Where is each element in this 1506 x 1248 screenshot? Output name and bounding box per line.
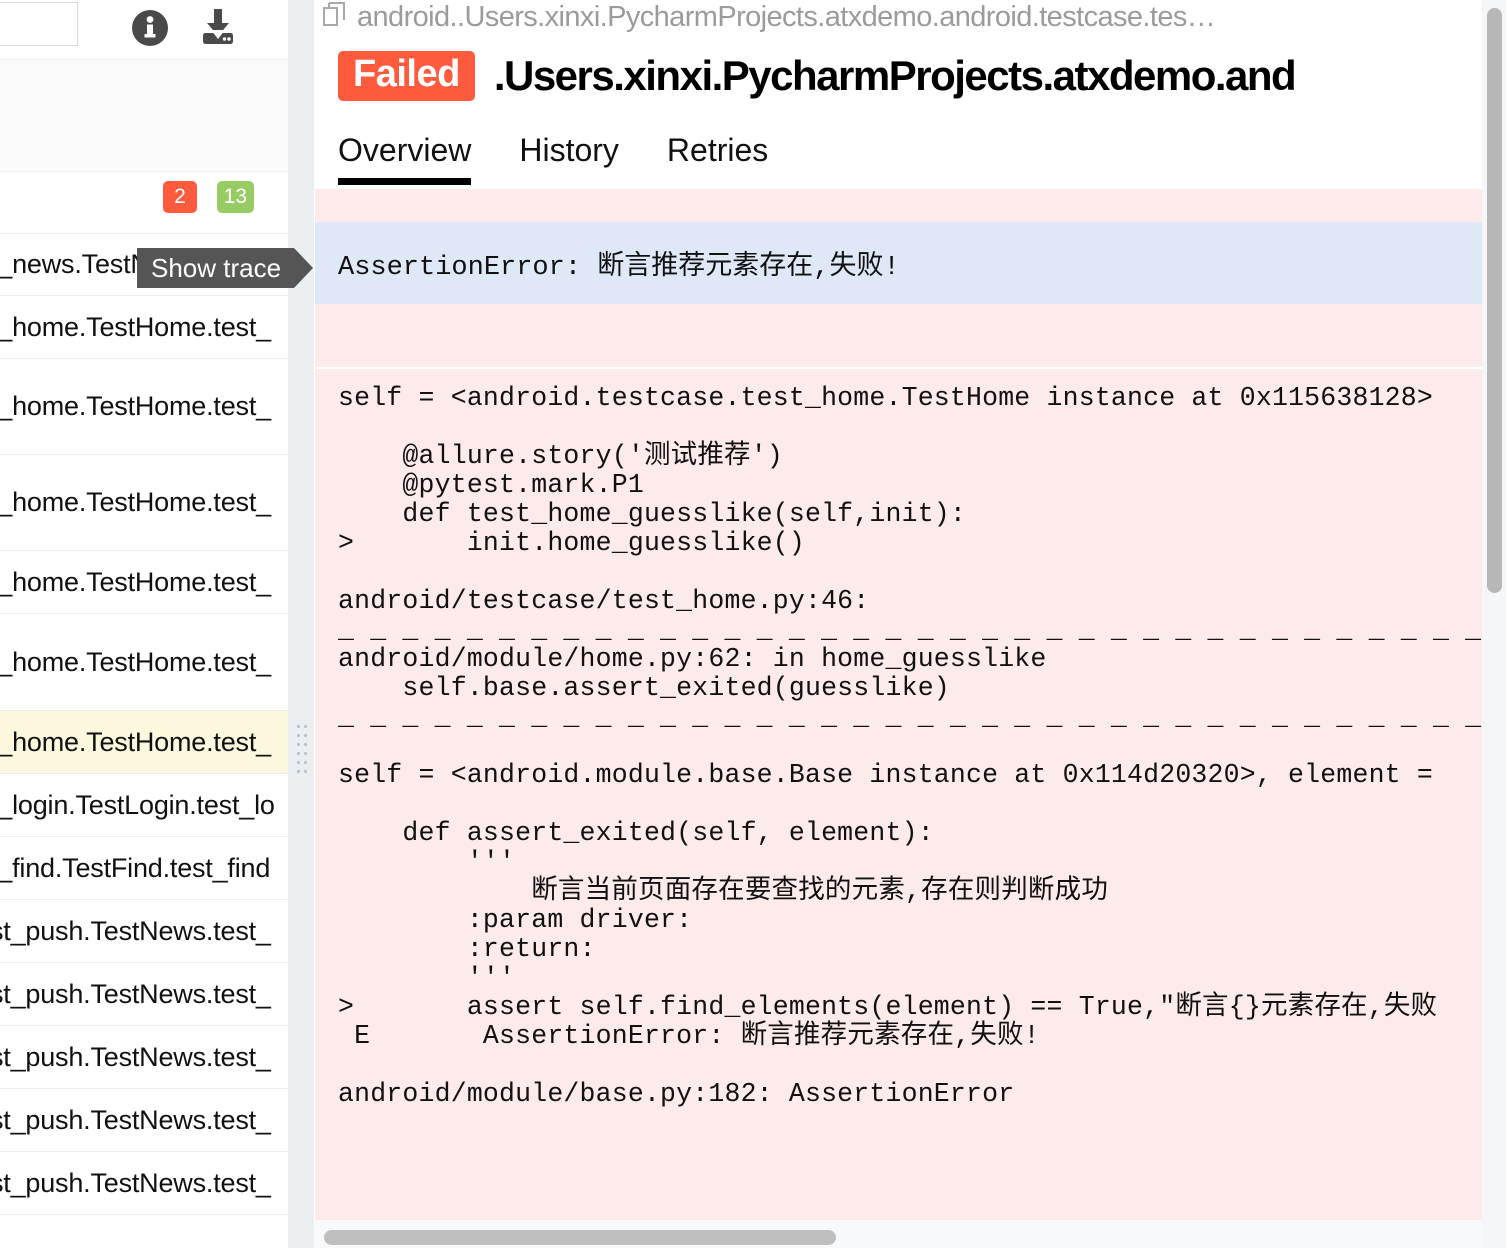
horizontal-scrollbar[interactable] — [314, 1220, 1482, 1248]
status-badge: Failed — [338, 50, 475, 102]
failure-content: AssertionError: 断言推荐元素存在,失败! self = <and… — [314, 189, 1506, 1248]
test-list-item-label: t_home.TestHome.test_ — [0, 487, 271, 517]
test-list-item[interactable]: t_find.TestFind.test_find — [0, 837, 288, 900]
test-list-item[interactable]: t_home.TestHome.test_ — [0, 551, 288, 614]
test-list-panel: 2 13 t_news.TestNews.test_nt_home.TestHo… — [0, 0, 288, 1248]
test-list-item-label: st_push.TestNews.test_ — [0, 978, 271, 1009]
summary-counts-row: 2 13 — [0, 172, 288, 234]
horizontal-scrollbar-thumb[interactable] — [324, 1230, 836, 1245]
test-list-item[interactable]: st_push.TestNews.test_ — [0, 900, 288, 963]
vertical-scrollbar[interactable] — [1482, 0, 1506, 1248]
stack-trace: self = <android.testcase.test_home.TestH… — [338, 384, 1506, 1109]
test-list-item-label: t_login.TestLogin.test_lo — [0, 789, 275, 820]
copy-icon[interactable] — [322, 1, 348, 35]
test-list-item[interactable]: t_home.TestHome.test_ — [0, 455, 288, 551]
test-list-item-label: st_push.TestNews.test_ — [0, 915, 271, 946]
test-list-item[interactable]: t_login.TestLogin.test_lo — [0, 774, 288, 837]
test-list-item[interactable]: st_push.TestNews.test_ — [0, 1089, 288, 1152]
test-list-item-label: st_push.TestNews.test_ — [0, 1167, 271, 1198]
page-title: .Users.xinxi.PycharmProjects.atxdemo.and — [493, 52, 1297, 99]
tab-history[interactable]: History — [519, 117, 619, 169]
info-icon[interactable] — [126, 4, 174, 52]
breadcrumb-label: android..Users.xinxi.PycharmProjects.atx… — [357, 1, 1216, 33]
show-trace-tooltip: Show trace — [137, 248, 314, 288]
status-badge-passed[interactable]: 13 — [216, 181, 254, 213]
panel-divider — [314, 0, 315, 1248]
test-list-item-label: t_home.TestHome.test_ — [0, 646, 271, 677]
detail-tabs: Overview History Retries — [314, 117, 1506, 189]
detail-header: Failed .Users.xinxi.PycharmProjects.atxd… — [314, 35, 1506, 117]
test-list-item-label: t_home.TestHome.test_ — [0, 726, 271, 757]
test-list-item[interactable]: t_home.TestHome.test_ — [0, 614, 288, 711]
tab-retries[interactable]: Retries — [667, 117, 768, 169]
splitter-grip-icon[interactable] — [295, 722, 308, 778]
test-list-item-label: t_home.TestHome.test_ — [0, 391, 271, 421]
message-divider — [314, 367, 1506, 369]
vertical-scrollbar-thumb[interactable] — [1487, 8, 1502, 593]
panel-splitter[interactable] — [288, 0, 314, 1248]
test-list-item-label: t_home.TestHome.test_ — [0, 566, 271, 597]
test-list-item-label: st_push.TestNews.test_ — [0, 1104, 271, 1135]
test-list: t_news.TestNews.test_nt_home.TestHome.te… — [0, 234, 288, 1215]
test-list-item[interactable]: t_home.TestHome.test_ — [0, 296, 288, 359]
failure-message-bar: AssertionError: 断言推荐元素存在,失败! — [314, 222, 1506, 304]
test-list-item-label: st_push.TestNews.test_ — [0, 1041, 271, 1072]
test-list-item[interactable]: st_push.TestNews.test_ — [0, 1152, 288, 1215]
failure-message: AssertionError: 断言推荐元素存在,失败! — [338, 253, 900, 283]
test-detail-panel: android..Users.xinxi.PycharmProjects.atx… — [314, 0, 1506, 1248]
filter-strip — [0, 60, 288, 172]
test-list-item-label: t_home.TestHome.test_ — [0, 311, 271, 342]
test-list-item[interactable]: t_home.TestHome.test_ — [0, 711, 288, 774]
search-input[interactable] — [0, 2, 78, 46]
left-panel-toolbar — [0, 0, 288, 60]
status-badge-failed[interactable]: 2 — [163, 181, 197, 213]
download-icon[interactable] — [194, 4, 242, 52]
test-list-item[interactable]: st_push.TestNews.test_ — [0, 1026, 288, 1089]
breadcrumb[interactable]: android..Users.xinxi.PycharmProjects.atx… — [314, 0, 1506, 35]
tab-overview[interactable]: Overview — [338, 117, 472, 185]
allure-report-window: 2 13 t_news.TestNews.test_nt_home.TestHo… — [0, 0, 1506, 1248]
test-list-item[interactable]: st_push.TestNews.test_ — [0, 963, 288, 1026]
test-list-item[interactable]: t_home.TestHome.test_ — [0, 359, 288, 455]
test-list-item-label: t_find.TestFind.test_find — [0, 852, 271, 883]
